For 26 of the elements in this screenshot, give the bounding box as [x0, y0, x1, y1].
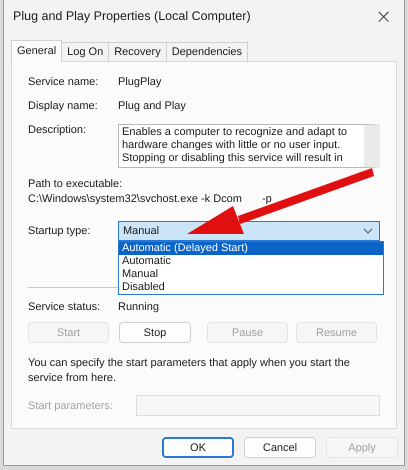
service-button[interactable]: Stop: [119, 322, 191, 343]
field-label: Path to executable:: [28, 178, 124, 190]
field-label: Service name:: [28, 76, 100, 88]
chevron-down-icon: [363, 228, 373, 234]
field-label: Service status:: [28, 301, 102, 313]
window-title: Plug and Play Properties (Local Computer): [13, 9, 251, 23]
description-box: Enables a computer to recognize and adapt to hardware changes with little or no user input. Stopping or disabling this service will result in: [118, 124, 380, 168]
field-value: Plug and Play: [118, 100, 186, 112]
dialog-button[interactable]: Cancel: [244, 437, 316, 458]
hint-text: You can specify the start parameters that apply when you start the service from here.: [28, 356, 351, 386]
field-label: Description:: [28, 124, 88, 136]
field-label: Display name:: [28, 100, 99, 112]
dialog-button[interactable]: OK: [162, 437, 234, 458]
dropdown-option[interactable]: Automatic: [119, 255, 383, 268]
dropdown-option[interactable]: Automatic (Delayed Start): [119, 242, 383, 255]
tab[interactable]: Dependencies: [166, 42, 248, 61]
path-text: C:\Windows\system32\svchost.exe -k Dcom: [28, 193, 242, 205]
field-label: Start parameters:: [28, 400, 114, 412]
field-label: Startup type:: [28, 225, 92, 237]
close-button[interactable]: ×: [371, 4, 396, 28]
dropdown-option[interactable]: Disabled: [119, 281, 383, 294]
dropdown-option[interactable]: Manual: [119, 268, 383, 281]
tab[interactable]: General: [11, 40, 62, 62]
field-value: PlugPlay: [118, 76, 162, 88]
field-value: Running: [118, 301, 159, 313]
path-text: -p: [262, 193, 272, 205]
